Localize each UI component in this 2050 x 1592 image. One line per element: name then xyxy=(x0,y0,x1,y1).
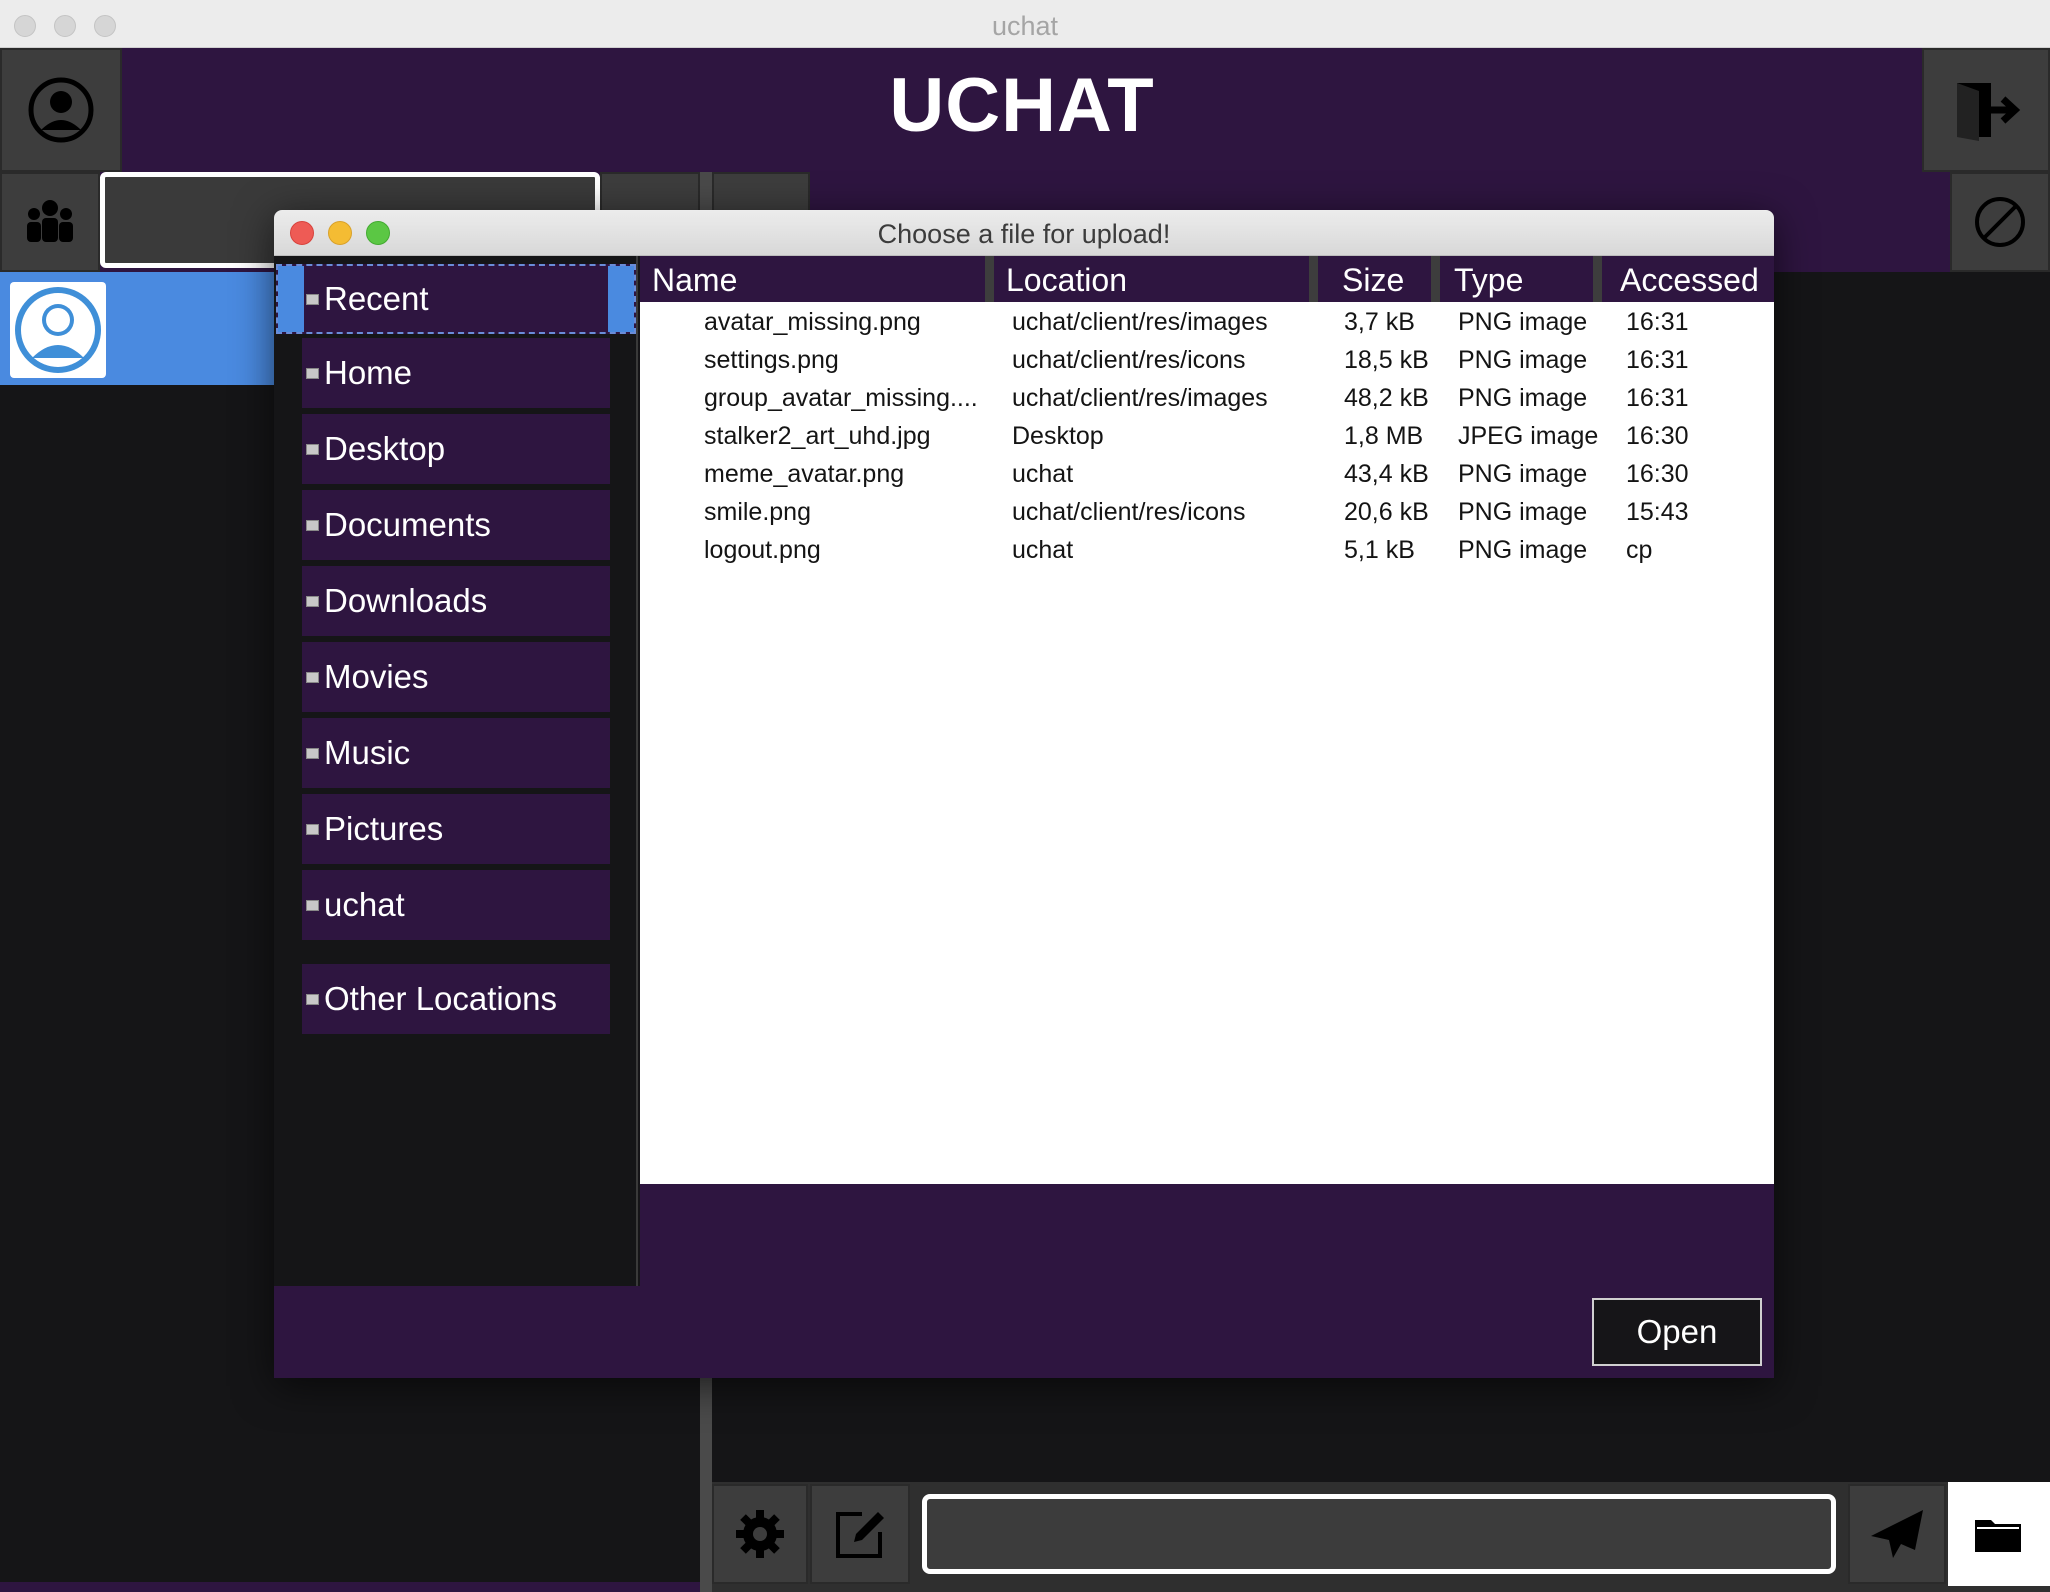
place-marker xyxy=(306,595,319,607)
file-size-cell: 20,6 kB xyxy=(1344,498,1429,526)
open-button[interactable]: Open xyxy=(1592,1298,1762,1366)
group-icon xyxy=(27,200,73,242)
send-button[interactable] xyxy=(1848,1484,1946,1584)
place-uchat[interactable]: uchat xyxy=(302,870,610,940)
preview-area xyxy=(640,1184,1774,1286)
column-header-size[interactable]: Size xyxy=(1330,256,1440,302)
place-music[interactable]: Music xyxy=(302,718,610,788)
file-accessed-cell: 16:30 xyxy=(1626,422,1689,450)
settings-button[interactable] xyxy=(712,1484,808,1584)
file-name-cell: stalker2_art_uhd.jpg xyxy=(704,422,931,450)
place-marker xyxy=(306,993,319,1005)
profile-button[interactable] xyxy=(0,48,122,172)
file-name-cell: group_avatar_missing.... xyxy=(704,384,978,412)
place-label: Movies xyxy=(324,658,429,695)
column-header-accessed[interactable]: Accessed xyxy=(1608,256,1774,302)
avatar xyxy=(10,282,106,378)
place-marker xyxy=(306,671,319,683)
file-size-cell: 43,4 kB xyxy=(1344,460,1429,488)
place-marker xyxy=(306,899,319,911)
file-type-cell: PNG image xyxy=(1458,460,1588,488)
file-location-cell: uchat xyxy=(1012,460,1074,488)
file-location-cell: uchat xyxy=(1012,536,1074,564)
file-location-cell: uchat/client/res/images xyxy=(1012,308,1268,336)
place-marker xyxy=(306,519,319,531)
file-name-cell: logout.png xyxy=(704,536,821,564)
file-size-cell: 18,5 kB xyxy=(1344,346,1429,374)
place-desktop[interactable]: Desktop xyxy=(302,414,610,484)
place-marker xyxy=(306,823,319,835)
place-marker xyxy=(306,367,319,379)
window-titlebar: uchat xyxy=(0,0,2050,48)
place-downloads[interactable]: Downloads xyxy=(302,566,610,636)
place-other-locations[interactable]: Other Locations xyxy=(302,964,610,1034)
logout-icon xyxy=(1957,83,2021,141)
file-accessed-cell: 16:30 xyxy=(1626,460,1689,488)
place-documents[interactable]: Documents xyxy=(302,490,610,560)
column-header-name[interactable]: Name xyxy=(640,256,994,302)
file-name-cell: settings.png xyxy=(704,346,839,374)
place-recent[interactable]: Recent xyxy=(276,264,636,334)
file-accessed-cell: 15:43 xyxy=(1626,498,1689,526)
file-name-cell: meme_avatar.png xyxy=(704,460,905,488)
folder-icon xyxy=(1975,1520,2021,1552)
file-type-cell: JPEG image xyxy=(1458,422,1599,450)
message-input[interactable] xyxy=(922,1494,1836,1574)
column-header-location[interactable]: Location xyxy=(994,256,1318,302)
settings-icon xyxy=(736,1510,784,1558)
logout-button[interactable] xyxy=(1922,48,2050,172)
file-type-cell: PNG image xyxy=(1458,498,1588,526)
dialog-action-bar xyxy=(274,1286,1774,1378)
dialog-title: Choose a file for upload! xyxy=(877,219,1171,249)
file-type-cell: PNG image xyxy=(1458,346,1588,374)
file-location-cell: uchat/client/res/images xyxy=(1012,384,1268,412)
place-label: Music xyxy=(324,734,411,771)
place-marker xyxy=(306,293,319,305)
file-name-cell: smile.png xyxy=(704,498,811,526)
block-icon xyxy=(1975,197,2025,247)
file-size-cell: 48,2 kB xyxy=(1344,384,1429,412)
file-type-cell: PNG image xyxy=(1458,308,1588,336)
profile-icon xyxy=(28,77,94,143)
column-header-type[interactable]: Type xyxy=(1442,256,1602,302)
file-location-cell: uchat/client/res/icons xyxy=(1012,346,1246,374)
place-marker xyxy=(306,443,319,455)
file-name-cell: avatar_missing.png xyxy=(704,308,921,336)
file-type-cell: PNG image xyxy=(1458,536,1588,564)
edit-button[interactable] xyxy=(810,1484,910,1584)
dialog-titlebar: Choose a file for upload! xyxy=(274,210,1774,256)
place-label: uchat xyxy=(324,886,405,923)
file-location-cell: Desktop xyxy=(1012,422,1104,450)
place-pictures[interactable]: Pictures xyxy=(302,794,610,864)
file-size-cell: 5,1 kB xyxy=(1344,536,1415,564)
place-label: Pictures xyxy=(324,810,444,847)
app-title: UCHAT xyxy=(889,63,1155,148)
place-movies[interactable]: Movies xyxy=(302,642,610,712)
block-button[interactable] xyxy=(1950,172,2050,272)
place-label: Home xyxy=(324,354,413,391)
place-label: Documents xyxy=(324,506,491,543)
file-location-cell: uchat/client/res/icons xyxy=(1012,498,1246,526)
file-accessed-cell: 16:31 xyxy=(1626,384,1689,412)
edit-icon xyxy=(836,1512,884,1558)
groups-button[interactable] xyxy=(0,172,100,272)
file-type-cell: PNG image xyxy=(1458,384,1588,412)
place-label: Recent xyxy=(324,280,429,317)
send-icon xyxy=(1871,1510,1923,1558)
file-size-cell: 3,7 kB xyxy=(1344,308,1415,336)
file-accessed-cell: 16:31 xyxy=(1626,346,1689,374)
file-accessed-cell: 16:31 xyxy=(1626,308,1689,336)
place-marker xyxy=(306,747,319,759)
place-home[interactable]: Home xyxy=(302,338,610,408)
window-title: uchat xyxy=(991,11,1059,41)
avatar-icon xyxy=(15,287,101,373)
file-accessed-cell: cp xyxy=(1626,536,1653,564)
place-label: Other Locations xyxy=(324,980,557,1017)
place-label: Desktop xyxy=(324,430,446,467)
place-label: Downloads xyxy=(324,582,488,619)
file-size-cell: 1,8 MB xyxy=(1344,422,1424,450)
attach-file-button[interactable] xyxy=(1948,1482,2050,1586)
